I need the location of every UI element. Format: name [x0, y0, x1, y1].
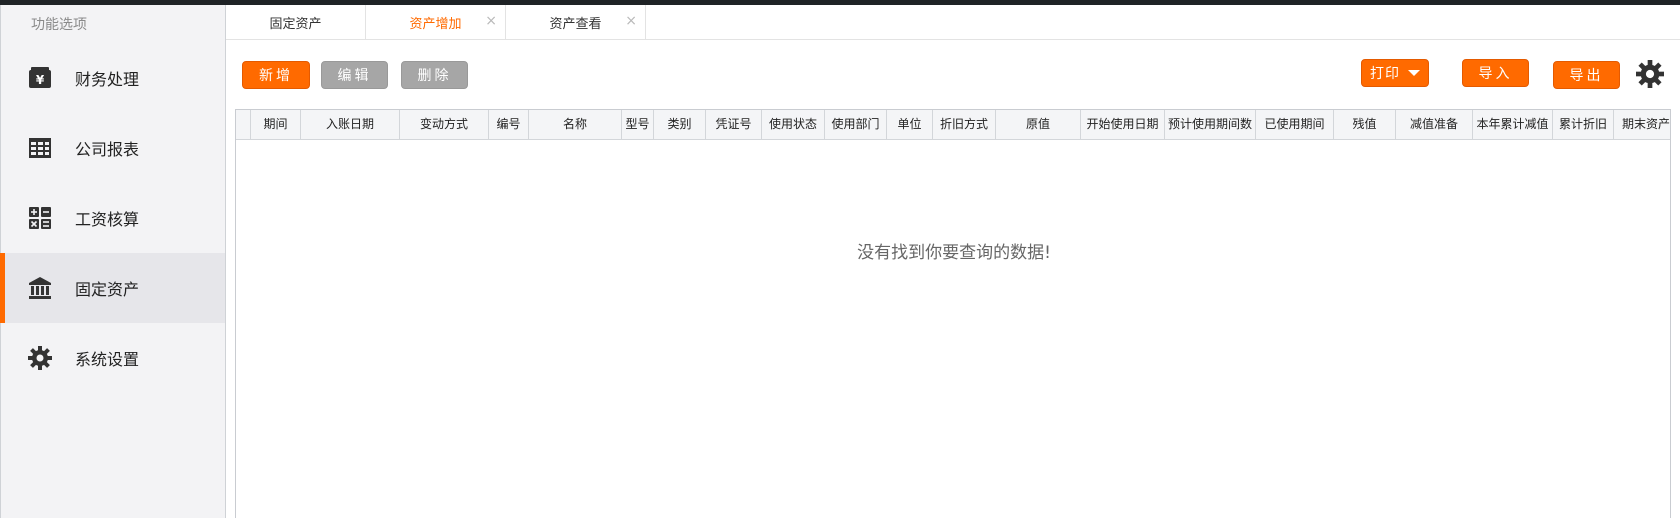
header-number[interactable]: 编号	[489, 110, 529, 139]
header-unit[interactable]: 单位	[887, 110, 933, 139]
sidebar-item-settings[interactable]: 系统设置	[1, 323, 225, 393]
asset-table: 期间 入账日期 变动方式 编号 名称 型号 类别 凭证号 使用状态 使用部门 单…	[235, 109, 1671, 518]
sidebar-item-label: 工资核算	[75, 210, 140, 229]
sidebar-item-reports[interactable]: 公司报表	[1, 113, 225, 183]
sidebar-item-label: 财务处理	[75, 70, 140, 89]
header-department[interactable]: 使用部门	[825, 110, 887, 139]
gear-icon	[27, 345, 53, 371]
header-use-status[interactable]: 使用状态	[762, 110, 825, 139]
header-change-method[interactable]: 变动方式	[400, 110, 489, 139]
header-residual-value[interactable]: 残值	[1334, 110, 1396, 139]
sidebar-item-fixed-assets[interactable]: 固定资产	[0, 253, 225, 323]
sidebar-header: 功能选项	[31, 17, 87, 33]
print-label: 打印	[1370, 66, 1400, 82]
tab-fixed-assets[interactable]: 固定资产	[226, 5, 366, 39]
header-impairment-reserve[interactable]: 减值准备	[1396, 110, 1473, 139]
table-icon	[27, 135, 53, 161]
header-voucher-no[interactable]: 凭证号	[706, 110, 762, 139]
svg-text:¥: ¥	[36, 73, 45, 87]
header-model[interactable]: 型号	[622, 110, 654, 139]
tab-label: 资产查看	[549, 16, 602, 32]
header-select[interactable]	[236, 110, 251, 139]
sidebar-item-label: 公司报表	[75, 140, 140, 159]
caret-down-icon	[1408, 70, 1420, 76]
tab-label: 资产增加	[409, 16, 462, 32]
header-ytd-impairment[interactable]: 本年累计减值	[1473, 110, 1553, 139]
tab-label: 固定资产	[269, 16, 322, 32]
sidebar-item-finance[interactable]: ¥ 财务处理	[1, 43, 225, 113]
header-category[interactable]: 类别	[654, 110, 706, 139]
calculator-icon	[27, 205, 53, 231]
header-expected-periods[interactable]: 预计使用期间数	[1165, 110, 1256, 139]
header-entry-date[interactable]: 入账日期	[301, 110, 400, 139]
wallet-icon: ¥	[27, 65, 53, 91]
sidebar-item-label: 固定资产	[75, 280, 140, 299]
sidebar: 功能选项 ¥ 财务处理 公司报表 工资核算 固定资产 系统设置	[0, 5, 226, 518]
tab-asset-add[interactable]: 资产增加 ×	[366, 5, 506, 39]
table-header: 期间 入账日期 变动方式 编号 名称 型号 类别 凭证号 使用状态 使用部门 单…	[236, 110, 1670, 140]
header-start-date[interactable]: 开始使用日期	[1081, 110, 1165, 139]
tab-bar: 固定资产 资产增加 × 资产查看 ×	[226, 5, 1680, 40]
close-icon[interactable]: ×	[485, 13, 497, 29]
header-accumulated-depreciation[interactable]: 累计折旧	[1553, 110, 1614, 139]
export-button[interactable]: 导出	[1553, 61, 1620, 89]
header-depreciation-method[interactable]: 折旧方式	[933, 110, 996, 139]
header-name[interactable]: 名称	[529, 110, 622, 139]
settings-gear-icon[interactable]	[1636, 60, 1664, 88]
empty-message: 没有找到你要查询的数据!	[857, 243, 1051, 263]
header-period[interactable]: 期间	[251, 110, 301, 139]
header-used-periods[interactable]: 已使用期间	[1256, 110, 1334, 139]
header-ending-assets[interactable]: 期末资产	[1614, 110, 1670, 139]
print-dropdown-button[interactable]: 打印	[1361, 59, 1429, 87]
close-icon[interactable]: ×	[625, 13, 637, 29]
delete-button[interactable]: 删除	[401, 61, 468, 89]
tab-asset-view[interactable]: 资产查看 ×	[506, 5, 646, 39]
sidebar-item-payroll[interactable]: 工资核算	[1, 183, 225, 253]
edit-button[interactable]: 编辑	[321, 61, 388, 89]
import-button[interactable]: 导入	[1462, 59, 1529, 87]
add-button[interactable]: 新增	[242, 61, 310, 89]
bank-icon	[27, 275, 53, 301]
sidebar-item-label: 系统设置	[75, 350, 140, 369]
header-original-value[interactable]: 原值	[996, 110, 1081, 139]
